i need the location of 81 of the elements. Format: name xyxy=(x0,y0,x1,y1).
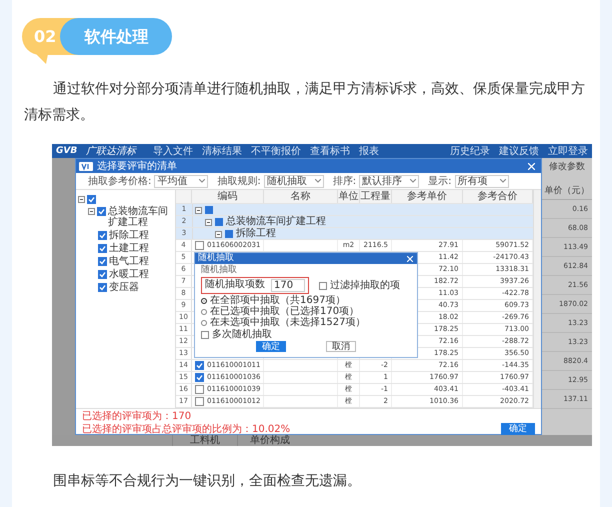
dropdown[interactable]: 默认排序 xyxy=(359,174,420,188)
option-label: 在已选项中抽取（已选择170项） xyxy=(210,306,360,317)
filter-label: 排序: xyxy=(332,176,356,186)
checkbox[interactable]: 过滤掉抽取的项 xyxy=(319,280,400,291)
cancel-button[interactable]: 取消 xyxy=(326,341,356,352)
app-logo: GVB xyxy=(56,146,78,156)
group-name: 总装物流车间扩建工程 xyxy=(226,216,326,227)
summary-text: 已选择的评审项为：170 xyxy=(82,411,192,422)
dropdown[interactable]: 随机抽取 xyxy=(264,174,324,188)
collapse-icon[interactable] xyxy=(205,219,212,226)
column-header: 参考单价 xyxy=(392,190,462,203)
caret-icon xyxy=(314,179,321,183)
section-title: 软件处理 xyxy=(60,18,172,55)
checkbox[interactable] xyxy=(225,230,233,238)
group-name: 拆除工程 xyxy=(236,228,276,239)
dialog-title: 选择要评审的清单 xyxy=(97,160,178,172)
option-label: 在未选项中抽取（未选择1527项） xyxy=(210,317,366,328)
speech-tail-icon xyxy=(36,54,48,64)
checkbox[interactable] xyxy=(98,244,107,253)
tree-item[interactable]: 水暖工程 xyxy=(109,269,149,280)
toolbar-button[interactable]: 修改参数 xyxy=(542,158,592,176)
column-header: 单位 xyxy=(338,190,360,203)
menu-item[interactable]: 不平衡报价 xyxy=(251,146,302,156)
checkbox[interactable] xyxy=(195,361,204,370)
caret-icon xyxy=(500,179,506,183)
app-name: 广联达清标 xyxy=(86,146,136,156)
checkbox[interactable] xyxy=(98,283,107,292)
checkbox[interactable] xyxy=(98,270,107,279)
group-label: 随机抽取 xyxy=(201,265,237,276)
collapse-icon[interactable] xyxy=(195,207,202,214)
dropdown[interactable]: 所有项 xyxy=(454,174,508,188)
checkbox[interactable] xyxy=(215,218,223,226)
radio-button[interactable] xyxy=(201,308,207,314)
tree-item[interactable]: 拆除工程 xyxy=(109,230,149,241)
radio-button[interactable] xyxy=(201,320,207,326)
checkbox[interactable] xyxy=(98,231,107,240)
top-link[interactable]: 建议反馈 xyxy=(499,146,539,156)
checkbox[interactable] xyxy=(195,397,204,406)
dialog-title: 随机抽取 xyxy=(198,253,234,264)
column-header: 名称 xyxy=(264,190,338,203)
menu-item[interactable]: 导入文件 xyxy=(153,146,194,156)
close-icon[interactable] xyxy=(407,256,413,262)
confirm-button[interactable]: 确定 xyxy=(256,341,286,352)
input-field[interactable]: 随机抽取项数 170 xyxy=(201,277,309,294)
option-label: 在全部项中抽取（共1697项） xyxy=(210,295,346,306)
filter-label: 抽取规则: xyxy=(217,176,261,186)
collapse-icon[interactable] xyxy=(78,196,85,203)
column-header: 编码 xyxy=(192,190,264,203)
collapse-icon[interactable] xyxy=(88,208,95,215)
checkbox[interactable] xyxy=(195,373,204,382)
tree-item[interactable]: 土建工程 xyxy=(109,243,149,254)
menu-item[interactable]: 查看标书 xyxy=(310,146,350,156)
checkbox[interactable] xyxy=(97,207,106,216)
collapse-icon[interactable] xyxy=(215,231,222,238)
menu-item[interactable]: 报表 xyxy=(359,146,380,156)
tree-item[interactable]: 总装物流车间扩建工程 xyxy=(108,206,175,228)
dropdown[interactable]: 平均值 xyxy=(154,174,208,188)
paragraph: 通过软件对分部分项清单进行随机抽取，满足甲方清标诉求，高效、保质保量完成甲方清标需求。 xyxy=(24,80,586,125)
top-link[interactable]: 立即登录 xyxy=(548,146,588,156)
caret-icon xyxy=(199,179,206,183)
checkbox[interactable] xyxy=(87,195,96,204)
paragraph: 围串标等不合规行为一键识别，全面检查无遗漏。 xyxy=(52,472,362,491)
summary-text: 已选择的评审项占总评审项的比例为：10.02% xyxy=(82,424,290,435)
radio-button[interactable] xyxy=(201,298,207,304)
checkbox[interactable]: 多次随机抽取 xyxy=(201,329,272,340)
tree-item[interactable]: 变压器 xyxy=(109,282,139,293)
column-header: 工程量 xyxy=(360,190,392,203)
app-icon xyxy=(79,162,93,170)
caret-icon xyxy=(410,179,416,183)
filter-label: 显示: xyxy=(428,176,452,186)
menu-item[interactable]: 清标结果 xyxy=(202,146,242,156)
checkbox[interactable] xyxy=(205,206,213,214)
checkbox[interactable] xyxy=(195,385,204,394)
top-link[interactable]: 历史纪录 xyxy=(450,146,490,156)
confirm-button[interactable]: 确定 xyxy=(501,423,535,435)
tree-item[interactable]: 电气工程 xyxy=(109,256,149,267)
close-icon[interactable] xyxy=(528,162,535,170)
scrollbar[interactable] xyxy=(533,190,541,408)
filter-label: 抽取参考价格: xyxy=(88,176,152,186)
checkbox[interactable] xyxy=(98,257,107,266)
checkbox[interactable] xyxy=(195,241,204,250)
